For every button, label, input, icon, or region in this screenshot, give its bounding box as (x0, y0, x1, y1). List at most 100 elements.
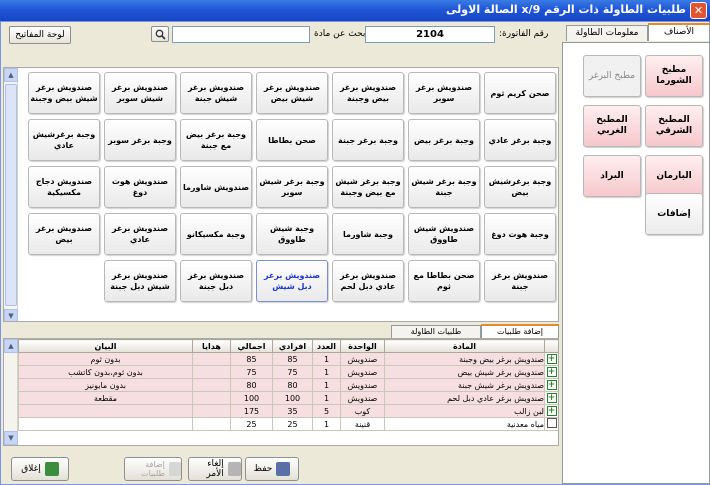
row-marker[interactable]: + (544, 378, 558, 392)
close-window-button[interactable]: ✕ (690, 2, 707, 19)
table-scroll-up-arrow[interactable]: ▲ (4, 339, 18, 353)
product-tile[interactable]: صندويش هوت دوغ (104, 166, 176, 208)
product-tile[interactable]: صندويش برغر شيش بيض وجبنة (28, 72, 100, 114)
product-tile[interactable]: صندويش برغر جبنة (484, 260, 556, 302)
table-row[interactable]: + لبن زالب كوب 5 35 175 (18, 404, 558, 418)
cell-qty: 1 (312, 352, 341, 366)
table-row[interactable]: مياه معدنية قنينة 1 25 25 (18, 417, 558, 431)
product-tile[interactable]: صندويش برغر بيض وجبنة (332, 72, 404, 114)
category-button[interactable]: إضافات (645, 193, 703, 235)
product-tile[interactable]: صندويش دجاج مكسيكية (28, 166, 100, 208)
cell-unit: صندويش (340, 352, 385, 366)
product-tile[interactable]: وجبة برغر جبنة (332, 119, 404, 161)
product-tile[interactable]: وجبة برغر بيض (408, 119, 480, 161)
cell-total: 85 (230, 352, 273, 366)
cell-note (18, 417, 193, 431)
product-tile[interactable]: وجبة برغر بيض مع جبنة (180, 119, 252, 161)
expand-plus-icon[interactable]: + (546, 354, 557, 364)
product-tile[interactable]: وجبة برغر عادي (484, 119, 556, 161)
category-button[interactable]: مطبخ البرغر (583, 55, 641, 97)
cancel-button[interactable]: إلغاء الأمر (188, 457, 242, 481)
product-tile[interactable]: صندويش برغر عادي (104, 213, 176, 255)
category-button[interactable]: المطبخ الشرقي (645, 105, 703, 147)
product-tile[interactable]: صندويش برغر شيش جبنة (180, 72, 252, 114)
product-tile[interactable]: صندويش برغر دبل شيش (256, 260, 328, 302)
product-tile[interactable]: صحن بطاطا مع ثوم (408, 260, 480, 302)
product-tile[interactable]: وجبة هوت دوغ (484, 213, 556, 255)
close-button[interactable]: إغلاق (11, 457, 69, 481)
header-gift: هدايا (192, 339, 231, 353)
product-tile[interactable]: صندويش شاورما (180, 166, 252, 208)
header-qty: العدد (312, 339, 341, 353)
row-marker[interactable]: + (544, 404, 558, 418)
product-tile[interactable]: صندويش برغر شيش سوبر (104, 72, 176, 114)
expand-plus-icon[interactable]: + (546, 393, 557, 403)
invoice-number-field: 2104 (365, 26, 495, 43)
cell-total: 25 (230, 417, 273, 431)
save-button[interactable]: حفظ (245, 457, 299, 481)
title-bar: طلبيات الطاولة ذات الرقم 9/x الصالة الاو… (0, 0, 710, 21)
table-row[interactable]: + صندويش برغر شيش بيض صندويش 1 75 75 بدون ثوم،… (18, 365, 558, 379)
product-tile[interactable]: وجبة برغرشيش عادي (28, 119, 100, 161)
tab-table-orders[interactable]: طلبيات الطاولة (391, 325, 481, 338)
tab-add-orders[interactable]: إضافة طلبيات (481, 324, 559, 338)
category-button[interactable]: المطبخ الغربي (583, 105, 641, 147)
scroll-thumb[interactable] (5, 84, 17, 306)
cell-price: 80 (272, 378, 313, 392)
product-tile[interactable]: صندويش برغر سوبر (408, 72, 480, 114)
product-tile[interactable]: صندويش شيش طاووق (408, 213, 480, 255)
product-tile[interactable]: وجبة مكسيكانو (180, 213, 252, 255)
row-marker[interactable]: + (544, 352, 558, 366)
category-button[interactable]: البراد (583, 155, 641, 197)
product-tile[interactable]: صندويش برغر بيض (28, 213, 100, 255)
product-tile[interactable]: وجبة شيش طاووق (256, 213, 328, 255)
product-tile[interactable]: وجبة شاورما (332, 213, 404, 255)
scroll-up-arrow[interactable]: ▲ (4, 68, 18, 82)
cell-qty: 5 (312, 404, 341, 418)
cell-unit: صندويش (340, 365, 385, 379)
product-tile[interactable]: صندويش برغر شيش بيض (256, 72, 328, 114)
cell-note: بدون مايونيز (18, 378, 193, 392)
cell-price: 75 (272, 365, 313, 379)
table-row[interactable]: + صندويش برغر عادي دبل لحم صندويش 1 100 100 مق… (18, 391, 558, 405)
cell-note (18, 404, 193, 418)
table-row[interactable]: + صندويش برغر بيض وجبنة صندويش 1 85 85 بدون ثو… (18, 352, 558, 366)
add-orders-button[interactable]: إضافة طلبيات (124, 457, 182, 481)
product-tile[interactable]: صحن بطاطا (256, 119, 328, 161)
cell-price: 35 (272, 404, 313, 418)
search-input[interactable] (172, 26, 310, 43)
product-tile[interactable]: وجبة برغر شيش مع بيض وجبنة (332, 166, 404, 208)
expand-plus-icon[interactable]: + (546, 406, 557, 416)
product-tile[interactable]: وجبة برغر شيش جبنة (408, 166, 480, 208)
product-tile[interactable]: وجبة برغر شيش سوبر (256, 166, 328, 208)
keyboard-button[interactable]: لوحة المفاتيح (9, 26, 71, 44)
header-price: افرادي (272, 339, 313, 353)
product-tile[interactable]: صندويش برغر دبل جبنة (180, 260, 252, 302)
product-tile[interactable]: صندويش برغر عادي دبل لحم (332, 260, 404, 302)
products-panel: ▲ ▼ صحن كريم ثوم صندويش برغر سوبر صندويش ب… (3, 67, 559, 322)
tab-categories[interactable]: الأصناف (648, 23, 710, 41)
checkbox-icon[interactable] (546, 418, 557, 428)
product-tile[interactable]: وجبة برغر سوبر (104, 119, 176, 161)
cell-qty: 1 (312, 417, 341, 431)
row-marker[interactable]: + (544, 365, 558, 379)
products-scrollbar[interactable]: ▲ ▼ (4, 68, 18, 321)
table-scrollbar[interactable]: ▲ ▼ (4, 339, 18, 445)
row-marker[interactable] (544, 417, 558, 431)
table-row[interactable]: + صندويش برغر شيش جبنة صندويش 1 80 80 بدون ماي… (18, 378, 558, 392)
product-tile[interactable]: صندويش برغر شيش دبل جبنة (104, 260, 176, 302)
table-scroll-down-arrow[interactable]: ▼ (4, 431, 18, 445)
cell-unit: كوب (340, 404, 385, 418)
product-tile[interactable]: وجبة برغرشيش بيض (484, 166, 556, 208)
scroll-down-arrow[interactable]: ▼ (4, 309, 18, 321)
expand-plus-icon[interactable]: + (546, 380, 557, 390)
tab-table-info[interactable]: معلومات الطاولة (566, 25, 648, 41)
search-button[interactable] (151, 26, 169, 42)
row-marker[interactable]: + (544, 391, 558, 405)
header-unit: الواحدة (340, 339, 385, 353)
category-button[interactable]: مطبخ الشورما (645, 55, 703, 97)
category-button[interactable]: البارمان (645, 155, 703, 197)
product-tile[interactable]: صحن كريم ثوم (484, 72, 556, 114)
expand-plus-icon[interactable]: + (546, 367, 557, 377)
cell-total: 75 (230, 365, 273, 379)
